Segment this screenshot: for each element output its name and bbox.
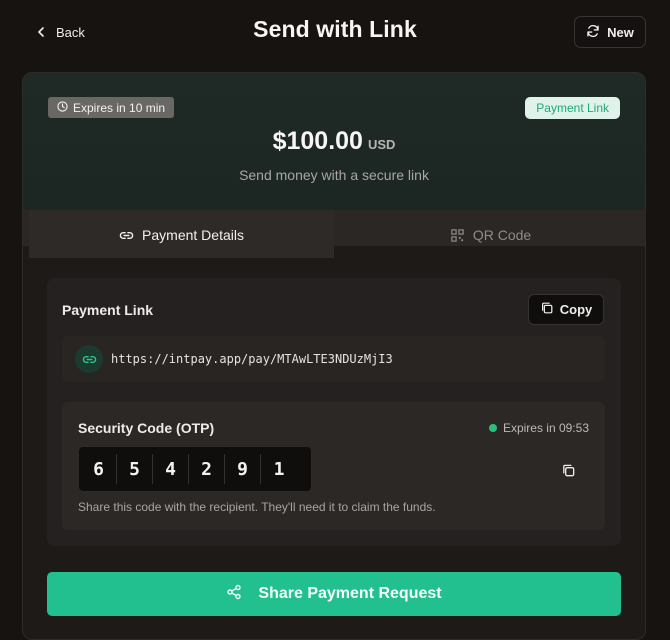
share-payment-request-button[interactable]: Share Payment Request [47, 572, 621, 616]
tab-qr-code[interactable]: QR Code [334, 210, 645, 258]
copy-link-button[interactable]: Copy [528, 294, 604, 325]
tab-payment-details[interactable]: Payment Details [29, 210, 334, 258]
payment-link-badge: Payment Link [525, 97, 620, 119]
copy-otp-icon[interactable] [558, 460, 578, 480]
hero-subtitle: Send money with a secure link [239, 167, 429, 183]
tab-label: QR Code [472, 227, 532, 243]
refresh-icon [586, 24, 600, 41]
share-icon [226, 584, 242, 605]
amount-currency: USD [367, 137, 396, 152]
link-icon [119, 227, 134, 246]
otp-title: Security Code (OTP) [78, 420, 215, 436]
otp-expiry: Expires in 09:53 [488, 421, 589, 435]
otp-digit: 1 [273, 458, 285, 480]
hero-section: Expires in 10 min Payment Link $100.00 U… [23, 73, 645, 210]
amount: $100.00 USD [23, 127, 645, 156]
otp-digit: 4 [153, 454, 189, 484]
header: Back Send with Link New [0, 0, 670, 64]
payment-details-panel: Payment Link Copy https://intpay.app/pay… [47, 278, 621, 546]
amount-value: $100.00 [272, 127, 363, 155]
otp-note: Share this code with the recipient. They… [78, 500, 436, 514]
new-label: New [607, 24, 634, 40]
copy-label: Copy [559, 302, 593, 317]
copy-icon [540, 301, 554, 318]
tab-label: Payment Details [142, 227, 244, 243]
page-title: Send with Link [253, 16, 417, 42]
clock-icon [57, 100, 68, 115]
expires-pill: Expires in 10 min [48, 97, 175, 118]
new-button[interactable]: New [574, 16, 646, 48]
share-label: Share Payment Request [258, 585, 442, 602]
otp-digit: 5 [117, 454, 153, 484]
otp-digit: 6 [81, 454, 117, 484]
payment-link-label: Payment Link [62, 302, 154, 318]
otp-digit: 2 [189, 454, 225, 484]
tab-bar: Payment Details QR Code [23, 210, 645, 258]
link-icon [75, 345, 103, 373]
payment-link-row[interactable]: https://intpay.app/pay/MTAwLTE3NDUzMjI3 [62, 336, 605, 382]
otp-digit: 9 [225, 454, 261, 484]
otp-section: Security Code (OTP) Expires in 09:53 6 5… [62, 402, 605, 530]
payment-link-url: https://intpay.app/pay/MTAwLTE3NDUzMjI3 [111, 352, 393, 366]
payment-card: Expires in 10 min Payment Link $100.00 U… [22, 72, 646, 640]
otp-code: 6 5 4 2 9 1 [78, 446, 312, 492]
qr-code-icon [450, 227, 465, 246]
expires-label: Expires in 10 min [73, 100, 166, 115]
otp-expiry-label: Expires in 09:53 [502, 421, 589, 435]
status-dot-icon [488, 424, 497, 432]
